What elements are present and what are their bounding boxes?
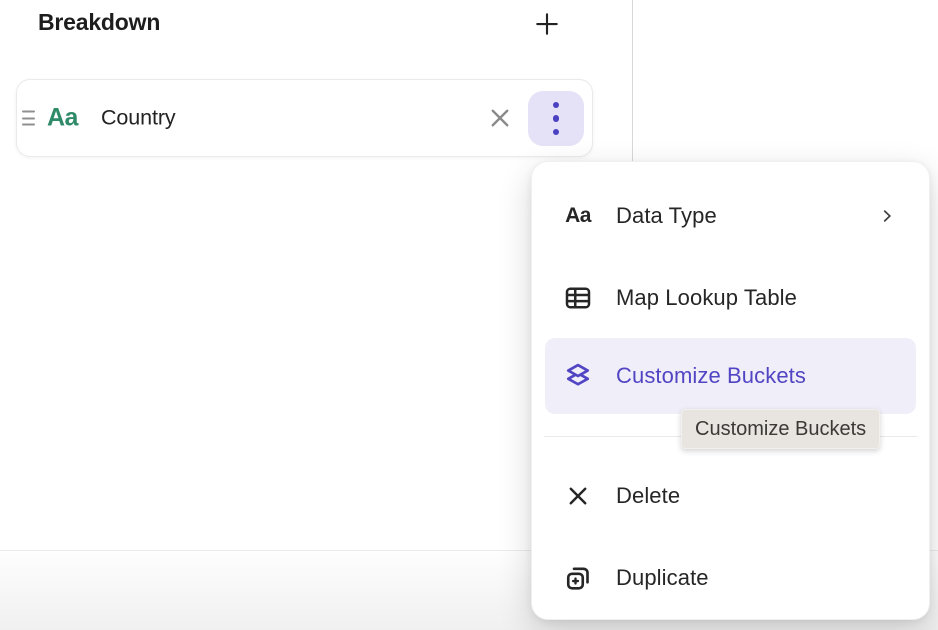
- field-name-label: Country: [101, 106, 176, 131]
- table-icon: [562, 282, 594, 314]
- chevron-right-icon: [878, 207, 896, 225]
- page-title: Breakdown: [38, 9, 160, 36]
- menu-item-label: Delete: [616, 483, 680, 509]
- menu-item-label: Customize Buckets: [616, 363, 806, 389]
- menu-item-customize-buckets[interactable]: Customize Buckets: [545, 338, 916, 414]
- menu-item-delete[interactable]: Delete: [532, 471, 929, 521]
- menu-item-label: Map Lookup Table: [616, 285, 797, 311]
- menu-item-duplicate[interactable]: Duplicate: [532, 553, 929, 603]
- data-type-icon: Aa: [562, 200, 594, 232]
- panel-divider: [632, 0, 633, 161]
- close-icon: [485, 103, 515, 133]
- menu-item-label: Data Type: [616, 203, 717, 229]
- field-context-menu: Aa Data Type Map Lookup Table: [531, 161, 930, 620]
- add-breakdown-button[interactable]: [530, 7, 564, 41]
- breakdown-panel: Breakdown Aa Country Aa: [0, 0, 938, 630]
- drag-handle-icon[interactable]: [22, 111, 35, 126]
- customize-buckets-tooltip: Customize Buckets: [681, 409, 880, 449]
- duplicate-icon: [562, 562, 594, 594]
- field-type-icon: Aa: [47, 104, 78, 133]
- menu-item-label: Duplicate: [616, 565, 709, 591]
- menu-item-data-type[interactable]: Aa Data Type: [532, 191, 929, 241]
- field-options-button[interactable]: [528, 91, 584, 146]
- breakdown-field-card[interactable]: Aa Country: [16, 79, 593, 157]
- kebab-menu-icon: [553, 102, 560, 136]
- remove-field-button[interactable]: [484, 102, 516, 134]
- plus-icon: [532, 9, 562, 39]
- menu-item-map-lookup-table[interactable]: Map Lookup Table: [532, 273, 929, 323]
- layers-icon: [562, 360, 594, 392]
- x-icon: [562, 480, 594, 512]
